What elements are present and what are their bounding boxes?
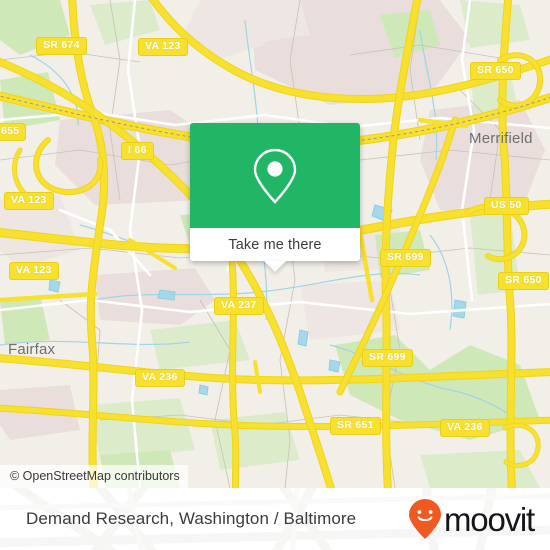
road-shield: VA 123: [9, 262, 59, 280]
road-shield: US 50: [484, 197, 529, 215]
city-label-merrifield: Merrifield: [469, 130, 533, 147]
road-shield: VA 123: [4, 192, 54, 210]
road-shield: SR 699: [380, 249, 431, 267]
road-shield: VA 236: [135, 369, 185, 387]
moovit-place-card-screenshot: .park { fill:#cfe8b8; } .park2 { fill:#d…: [0, 0, 550, 550]
map-pin-icon: [253, 148, 297, 204]
road-shield: 655: [0, 123, 27, 141]
map-canvas[interactable]: .park { fill:#cfe8b8; } .park2 { fill:#d…: [0, 0, 550, 488]
moovit-smiley-pin-icon: [409, 499, 441, 539]
moovit-logo[interactable]: moovit: [408, 498, 535, 540]
map-attribution[interactable]: © OpenStreetMap contributors: [0, 465, 188, 488]
road-shield: VA 236: [440, 419, 490, 437]
moovit-wordmark: moovit: [444, 500, 535, 538]
place-popup-image: [190, 123, 360, 228]
place-popup-action[interactable]: Take me there: [190, 228, 360, 272]
popup-tail-pointer: [264, 261, 286, 272]
road-shield: SR 651: [330, 417, 381, 435]
place-popup-card[interactable]: Take me there: [190, 123, 360, 272]
place-title: Demand Research, Washington / Baltimore: [26, 509, 357, 528]
footer-bar: Demand Research, Washington / Baltimore …: [0, 488, 550, 550]
road-shield: SR 674: [36, 37, 87, 55]
city-label-fairfax: Fairfax: [8, 341, 56, 358]
road-shield: SR 650: [470, 62, 521, 80]
road-shield: VA 123: [138, 38, 188, 56]
take-me-there-label: Take me there: [228, 236, 322, 253]
road-shield: SR 699: [362, 349, 413, 367]
road-shield: SR 650: [498, 272, 549, 290]
road-shield: I 66: [121, 142, 154, 160]
road-shield: VA 237: [214, 297, 264, 315]
